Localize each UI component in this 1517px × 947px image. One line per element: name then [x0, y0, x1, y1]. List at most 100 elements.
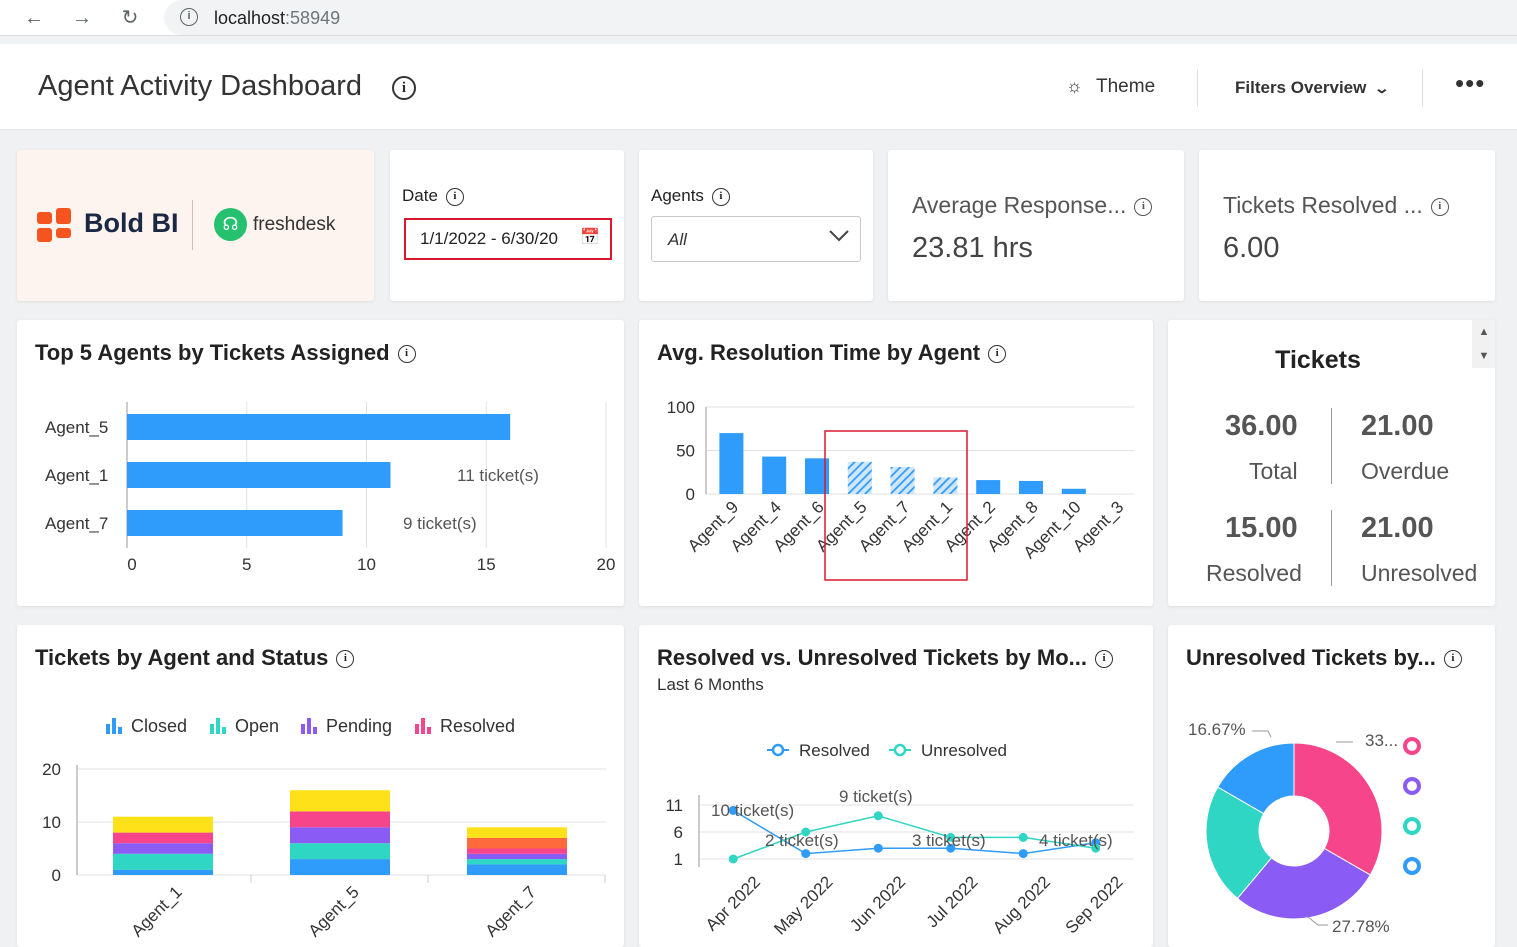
- total-value: 36.00: [1225, 410, 1298, 442]
- y-tick-label: 10: [42, 813, 61, 832]
- donut-legend-icon: [1403, 737, 1421, 755]
- donut-slice: [1293, 742, 1383, 876]
- kpi-title: Average Response... i: [912, 192, 1153, 219]
- stacked-bar-segment: [290, 811, 390, 828]
- freshdesk-logo-text: freshdesk: [253, 214, 336, 235]
- x-tick-label: 5: [242, 555, 251, 574]
- x-tick-label: Agent_5: [305, 882, 363, 940]
- y-tick-label: 0: [52, 866, 61, 885]
- back-icon[interactable]: ←: [22, 6, 46, 30]
- logo-divider: [192, 200, 193, 250]
- x-tick-label: 15: [477, 555, 496, 574]
- divider: [1331, 510, 1332, 586]
- info-icon[interactable]: i: [392, 76, 416, 100]
- bar: [1019, 480, 1043, 494]
- unresolved-donut-chart: 33... 27.78% 16.67%: [1188, 720, 1421, 936]
- divider: [1422, 70, 1423, 106]
- data-label: 2 ticket(s): [765, 831, 839, 850]
- date-filter-label: Date i: [402, 186, 464, 206]
- stacked-bar-segment: [113, 869, 213, 875]
- legend-label: Resolved: [799, 741, 870, 760]
- stacked-bar-segment: [290, 827, 390, 844]
- kpi-value: 23.81 hrs: [912, 232, 1033, 264]
- theme-button[interactable]: ☼ Theme: [1066, 76, 1155, 98]
- browser-toolbar: ← → ↻ i localhost:58949: [0, 0, 1517, 36]
- address-bar[interactable]: i localhost:58949: [164, 0, 1517, 35]
- legend-item[interactable]: [1403, 817, 1421, 835]
- bar: [127, 462, 391, 488]
- tickets-summary-card: Tickets 36.00 Total 21.00 Overdue 15.00 …: [1168, 320, 1495, 606]
- headset-icon: ☊: [214, 208, 247, 241]
- x-tick-label: Sep 2022: [1062, 872, 1127, 937]
- y-tick-label: 100: [667, 398, 695, 417]
- legend-item[interactable]: [1403, 777, 1421, 795]
- kpi-card-avg-response: Average Response... i 23.81 hrs: [888, 150, 1184, 301]
- donut-legend-icon: [1403, 817, 1421, 835]
- divider: [1331, 408, 1332, 484]
- bar: [847, 461, 872, 494]
- info-icon[interactable]: i: [1134, 197, 1153, 216]
- x-tick-label: 20: [597, 555, 616, 574]
- info-icon[interactable]: i: [711, 187, 730, 206]
- page-title: Agent Activity Dashboard: [38, 70, 363, 102]
- x-tick-label: Apr 2022: [702, 872, 764, 934]
- leader-line: [1252, 730, 1272, 738]
- agents-filter-label: Agents i: [651, 186, 730, 206]
- y-tick-label: 6: [674, 823, 683, 842]
- scroll-up-arrow-icon[interactable]: ▲: [1472, 320, 1495, 344]
- calendar-icon[interactable]: 📅: [580, 227, 600, 247]
- donut-legend-icon: [1403, 777, 1421, 795]
- more-options-button[interactable]: •••: [1455, 68, 1485, 99]
- y-tick-label: 11: [665, 796, 683, 815]
- x-tick-label: 10: [357, 555, 376, 574]
- info-icon[interactable]: i: [1430, 197, 1449, 216]
- legend-item[interactable]: [1403, 737, 1421, 755]
- resolution-time-card: Avg. Resolution Time by Agent i 100 50 0 Age…: [639, 320, 1153, 606]
- legend-item[interactable]: Unresolved: [889, 741, 1007, 760]
- bold-bi-logo-icon: [37, 208, 71, 242]
- agents-filter-card: Agents i All: [639, 150, 873, 301]
- date-range-input[interactable]: 1/1/2022 - 6/30/20 📅: [404, 218, 612, 260]
- resolution-time-bar-chart: 100500Agent_9Agent_4Agent_6Agent_5Agent_…: [667, 398, 1134, 581]
- stacked-bar-segment: [467, 864, 567, 875]
- resolved-value: 15.00: [1225, 512, 1298, 544]
- y-tick-label: 0: [686, 485, 695, 504]
- agents-select-value: All: [668, 230, 687, 249]
- slice-label: 33...: [1365, 731, 1398, 750]
- stacked-bar-segment: [290, 790, 390, 812]
- info-icon[interactable]: i: [445, 187, 464, 206]
- filters-overview-button[interactable]: Filters Overview ⌄: [1235, 78, 1390, 98]
- stacked-bar-segment: [467, 837, 567, 849]
- stacked-bar-segment: [113, 816, 213, 833]
- legend-item[interactable]: Resolved: [767, 741, 870, 760]
- kpi-value: 6.00: [1223, 232, 1280, 264]
- unresolved-tickets-card: Unresolved Tickets by... i 33... 27.78% 16.…: [1168, 625, 1495, 947]
- x-tick-label: Agent_1: [128, 882, 186, 940]
- data-point: [1018, 832, 1028, 842]
- scroll-down-arrow-icon[interactable]: ▼: [1472, 344, 1495, 368]
- bar: [890, 467, 915, 494]
- data-point: [873, 843, 883, 853]
- forward-icon[interactable]: →: [70, 6, 94, 30]
- url-text[interactable]: localhost:58949: [214, 8, 340, 29]
- y-tick-label: Agent_7: [45, 514, 108, 533]
- legend-item[interactable]: [1403, 857, 1421, 875]
- stacked-bar-segment: [467, 827, 567, 838]
- data-point: [873, 811, 883, 821]
- reload-icon[interactable]: ↻: [118, 6, 142, 30]
- overdue-value: 21.00: [1361, 410, 1434, 442]
- y-tick-label: Agent_5: [45, 418, 108, 437]
- dashboard-header: Agent Activity Dashboard i ☼ Theme Filter…: [0, 44, 1517, 130]
- tickets-by-status-card: Tickets by Agent and Status i Closed Open P…: [17, 625, 624, 947]
- agents-select[interactable]: All: [651, 216, 861, 262]
- bar: [127, 414, 511, 440]
- top-agents-card: Top 5 Agents by Tickets Assigned i 0 5 10 15…: [17, 320, 624, 606]
- slice-label: 16.67%: [1188, 720, 1246, 739]
- y-tick-label: 50: [676, 442, 695, 461]
- stacked-bar-segment: [113, 843, 213, 854]
- bar: [762, 456, 787, 494]
- stacked-bar-segment: [467, 848, 567, 854]
- stacked-bar-segment: [467, 853, 567, 860]
- x-tick-label: May 2022: [770, 872, 836, 938]
- site-info-icon[interactable]: i: [180, 8, 198, 26]
